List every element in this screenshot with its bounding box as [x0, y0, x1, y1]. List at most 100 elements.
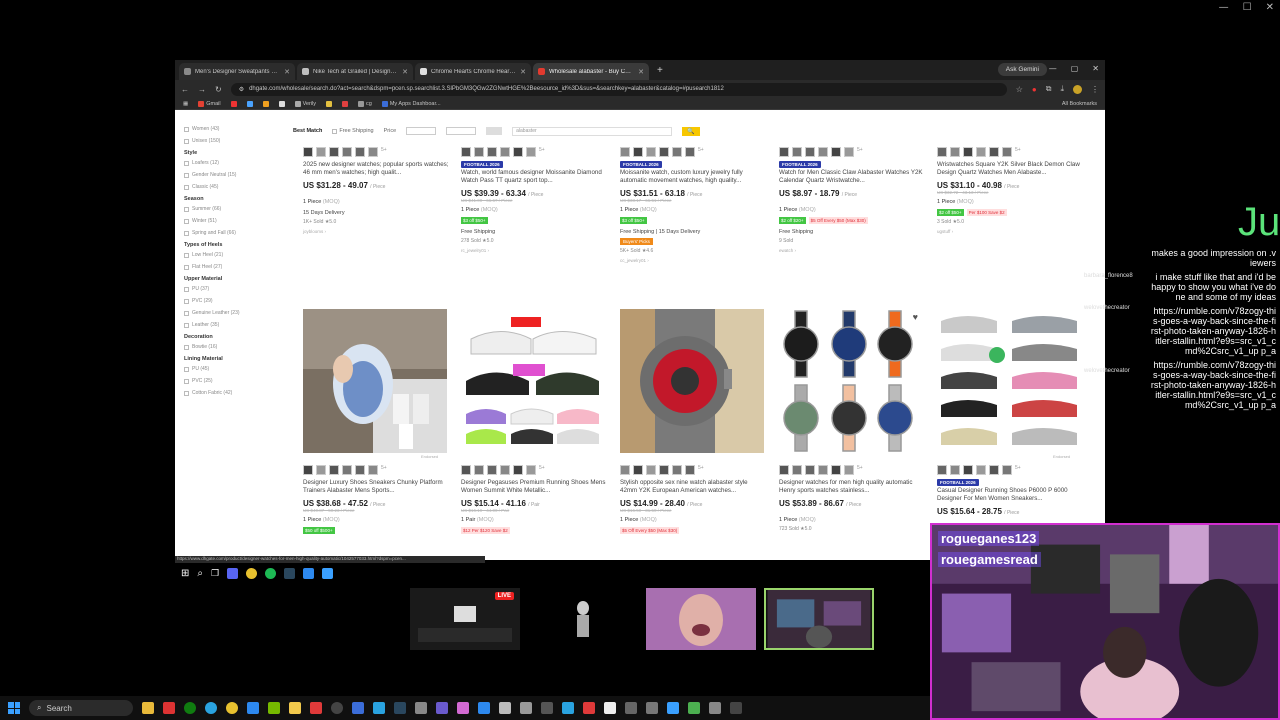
price-go-button[interactable] — [486, 127, 503, 135]
filter-option[interactable]: Spring and Fall (66) — [184, 230, 279, 236]
product-image-running-shoes[interactable] — [461, 309, 605, 453]
product-title[interactable]: Moissanite watch, custom luxury jewelry … — [620, 169, 766, 185]
product-title[interactable]: Casual Designer Running Shoes P6000 P 60… — [937, 487, 1083, 503]
checkbox[interactable] — [184, 264, 189, 270]
variant-thumbnail[interactable] — [526, 147, 536, 157]
filter-option[interactable]: Cotton Fabric (42) — [184, 390, 279, 396]
store-link[interactable]: cc_jewelry01 › — [620, 258, 766, 263]
checkbox[interactable] — [184, 126, 189, 132]
variant-thumbnail[interactable] — [500, 147, 510, 157]
more-variants-icon[interactable]: 5+ — [539, 147, 545, 157]
variant-thumbnail[interactable] — [792, 465, 802, 475]
coupon-badge[interactable]: $2 off $20+ — [779, 217, 806, 224]
variant-thumbnail[interactable] — [685, 465, 695, 475]
steam-icon[interactable] — [284, 567, 296, 579]
checkbox[interactable] — [184, 206, 189, 212]
search-icon[interactable]: ⌕ — [197, 568, 203, 579]
bookmark-star-icon[interactable]: ☆ — [1016, 85, 1023, 94]
chrome-icon[interactable] — [246, 567, 258, 579]
product-title[interactable]: 2025 new designer watches; popular sport… — [303, 161, 449, 177]
product-card[interactable]: 5+ FOOTBALL 2026 Moissanite watch, custom … — [620, 147, 766, 263]
preview-obs[interactable]: LIVE — [410, 588, 520, 650]
tab-close-icon[interactable]: ✕ — [402, 68, 408, 76]
windows-start-icon[interactable] — [8, 702, 20, 714]
product-card[interactable]: 5+ Wristwatches Square Y2K Silver Black D… — [937, 147, 1083, 234]
variant-thumbnail[interactable] — [646, 465, 656, 475]
variant-thumbnail[interactable] — [1002, 147, 1012, 157]
variant-thumbnail[interactable] — [342, 147, 352, 157]
app-icon[interactable] — [583, 702, 595, 714]
app-icon[interactable] — [352, 702, 364, 714]
more-variants-icon[interactable]: 5+ — [857, 147, 863, 157]
checkbox[interactable] — [184, 184, 189, 190]
bookmark-item[interactable] — [246, 100, 253, 107]
variant-thumbnail[interactable] — [303, 147, 313, 157]
variant-thumbnail[interactable] — [672, 147, 682, 157]
checkbox[interactable] — [184, 344, 189, 350]
coupon-badge[interactable]: $12 Per $120 Save $2 — [461, 527, 510, 534]
price-max-input[interactable] — [446, 127, 477, 135]
search-button[interactable]: 🔍 — [682, 126, 701, 136]
product-title[interactable]: Designer watches for men high quality au… — [779, 479, 925, 495]
product-card[interactable]: 5+ Designer watches for men high quality … — [779, 465, 925, 532]
bookmark-item[interactable]: cg — [358, 100, 372, 107]
product-card[interactable]: 5+ Designer Luxury Shoes Sneakers Chunky … — [303, 465, 449, 534]
checkbox[interactable] — [184, 218, 189, 224]
heart-icon[interactable]: ♥ — [913, 312, 918, 322]
product-title[interactable]: Wristwatches Square Y2K Silver Black Dem… — [937, 161, 1083, 177]
variant-thumbnail[interactable] — [500, 465, 510, 475]
store-link[interactable]: rc_jewelry01 › — [461, 248, 607, 253]
variant-thumbnail[interactable] — [487, 147, 497, 157]
discord-icon[interactable] — [227, 567, 239, 579]
variant-thumbnail[interactable] — [963, 147, 973, 157]
variant-thumbnail[interactable] — [368, 147, 378, 157]
variant-thumbnail[interactable] — [659, 147, 669, 157]
more-variants-icon[interactable]: 5+ — [857, 465, 863, 475]
variant-thumbnail[interactable] — [303, 465, 313, 475]
folder-icon[interactable] — [289, 702, 301, 714]
variant-thumbnail[interactable] — [633, 147, 643, 157]
bookmark-item[interactable] — [278, 100, 285, 107]
browser-tab[interactable]: Chrome Hearts Chrome Hearts ... ✕ — [415, 63, 531, 80]
tab-close-icon[interactable]: ✕ — [284, 68, 290, 76]
more-variants-icon[interactable]: 5+ — [698, 465, 704, 475]
coupon-badge[interactable]: $3 off $50+ — [461, 217, 488, 224]
app-icon[interactable] — [625, 702, 637, 714]
variant-thumbnail[interactable] — [937, 465, 947, 475]
product-title[interactable]: Watch, world famous designer Moissanite … — [461, 169, 607, 185]
product-card[interactable]: 5+ Stylish opposite sex nine watch alabas… — [620, 465, 766, 534]
preview-webcam[interactable] — [764, 588, 874, 650]
product-title[interactable]: Designer Luxury Shoes Sneakers Chunky Pl… — [303, 479, 449, 495]
variant-thumbnail[interactable] — [950, 147, 960, 157]
taskbar-search[interactable]: ⌕ Search — [29, 700, 133, 716]
checkbox[interactable] — [184, 230, 189, 236]
variant-thumbnail[interactable] — [844, 465, 854, 475]
filter-option[interactable]: Loafers (12) — [184, 160, 279, 166]
menu-icon[interactable]: ⋮ — [1091, 85, 1099, 94]
variant-thumbnail[interactable] — [487, 465, 497, 475]
filter-option[interactable]: Winter (51) — [184, 218, 279, 224]
windows-start-icon[interactable]: ⊞ — [181, 568, 189, 579]
profile-avatar[interactable] — [1073, 84, 1082, 94]
app-icon[interactable] — [499, 702, 511, 714]
variant-thumbnail[interactable] — [989, 465, 999, 475]
variant-thumbnail[interactable] — [672, 465, 682, 475]
app-icon[interactable] — [520, 702, 532, 714]
variant-thumbnail[interactable] — [316, 147, 326, 157]
steam-icon[interactable] — [394, 702, 406, 714]
more-variants-icon[interactable]: 5+ — [539, 465, 545, 475]
coupon-badge[interactable]: $5 Off Every $50 (Max $30) — [808, 217, 868, 224]
checkbox[interactable] — [184, 298, 189, 304]
product-image-watches-grid[interactable]: ♥ — [779, 309, 923, 453]
spotify-icon[interactable] — [265, 567, 277, 579]
variant-thumbnail[interactable] — [831, 147, 841, 157]
filter-option[interactable]: Bowtie (16) — [184, 344, 279, 350]
extensions-puzzle-icon[interactable]: ⧉ — [1046, 84, 1052, 94]
app-icon[interactable] — [310, 702, 322, 714]
variant-thumbnail[interactable] — [633, 465, 643, 475]
more-variants-icon[interactable]: 5+ — [1015, 465, 1021, 475]
checkbox[interactable] — [184, 390, 189, 396]
product-card[interactable]: 5+ 2025 new designer watches; popular spo… — [303, 147, 449, 234]
outer-minimize-button[interactable]: — — [1219, 2, 1229, 13]
filter-option[interactable]: Genuine Leather (23) — [184, 310, 279, 316]
